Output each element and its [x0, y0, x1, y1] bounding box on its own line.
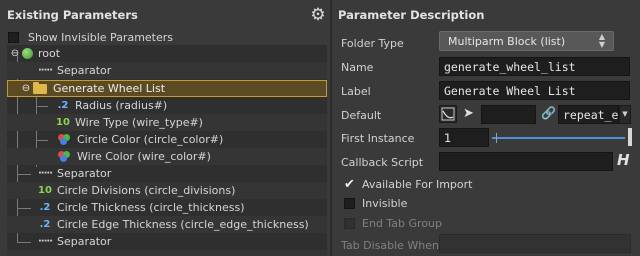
existing-parameters-title: Existing Parameters [7, 8, 138, 22]
tree-row-partial[interactable] [7, 250, 327, 256]
default-menu-button[interactable]: ▼ [619, 105, 631, 124]
tree-row-radius[interactable]: .2 Radius (radius#) [7, 97, 327, 114]
separator-icon: ····· [38, 65, 53, 76]
tab-disable-when-label: Tab Disable When [341, 239, 440, 252]
default-label: Default [341, 109, 382, 122]
available-import-checkbox[interactable]: ✔ [344, 178, 355, 191]
gear-icon[interactable]: ⚙ [308, 5, 328, 25]
tree-row-label: Radius (radius#) [75, 99, 168, 112]
tree-row-label: Circle Color (circle_color#) [77, 133, 224, 146]
separator-icon: ····· [38, 168, 53, 179]
globe-icon [22, 48, 33, 59]
end-tab-group-label: End Tab Group [362, 217, 443, 230]
int-parm-icon: 10 [56, 117, 70, 128]
int-parm-icon: 10 [38, 185, 52, 196]
tree-row-root[interactable]: ⊖ root [7, 45, 327, 62]
tree-row-wire-type[interactable]: 10 Wire Type (wire_type#) [7, 114, 327, 131]
tree-row-circle-edge-thickness[interactable]: .2 Circle Edge Thickness (circle_edge_th… [7, 216, 327, 233]
slider-tick [496, 133, 497, 143]
pointer-icon[interactable]: ➤ [463, 106, 474, 121]
tree-row-label: Separator [57, 64, 112, 77]
show-invisible-parameters-toggle[interactable]: Show Invisible Parameters [8, 30, 173, 44]
tree-row-separator[interactable]: ····· Separator [7, 62, 327, 79]
tree-row-wire-color[interactable]: Wire Color (wire_color#) [7, 148, 327, 165]
parameter-description-panel: Parameter Description Folder Type Multip… [332, 0, 640, 256]
tree-row-label: Separator [57, 167, 112, 180]
float-parm-icon: .2 [39, 202, 51, 213]
first-instance-label: First Instance [341, 132, 415, 145]
separator-icon: ····· [38, 236, 53, 247]
tree-row-label: Circle Divisions (circle_divisions) [57, 184, 236, 197]
collapse-icon[interactable]: ⊖ [21, 83, 31, 94]
color-parm-icon [58, 151, 71, 162]
label-field[interactable]: Generate Wheel List [439, 81, 630, 100]
tab-disable-when-field[interactable] [439, 234, 631, 253]
script-language-icon[interactable]: H [617, 151, 630, 169]
updown-arrow-icon: ▲ ▼ [598, 32, 605, 49]
folder-type-dropdown[interactable]: Multiparm Block (list) ▲ ▼ [439, 31, 614, 51]
first-instance-slider[interactable] [492, 137, 625, 139]
tree-row-label: Circle Edge Thickness (circle_edge_thick… [57, 218, 309, 231]
tree-row-separator[interactable]: ····· Separator [7, 165, 327, 182]
default-string-field[interactable]: repeat_e [558, 105, 619, 124]
tree-row-circle-thickness[interactable]: .2 Circle Thickness (circle_thickness) [7, 199, 327, 216]
slider-handle[interactable] [628, 128, 632, 146]
show-invisible-label: Show Invisible Parameters [28, 30, 174, 44]
parameter-tree[interactable]: ⊖ root ····· Separator ⊖ Generate Wheel … [7, 45, 327, 256]
available-import-label: Available For Import [362, 178, 473, 191]
color-parm-icon [58, 134, 71, 145]
show-invisible-checkbox[interactable] [8, 31, 19, 43]
default-value-field[interactable] [481, 105, 536, 124]
tree-row-circle-divisions[interactable]: 10 Circle Divisions (circle_divisions) [7, 182, 327, 199]
parameter-description-title: Parameter Description [338, 8, 485, 22]
tree-row-label: Circle Thickness (circle_thickness) [57, 201, 245, 214]
end-tab-group-checkbox[interactable] [344, 218, 355, 229]
tree-row-label: Wire Type (wire_type#) [75, 116, 203, 129]
existing-parameters-header: Existing Parameters ⚙ [0, 0, 330, 28]
tree-row-label: Wire Color (wire_color#) [77, 150, 211, 163]
collapse-icon[interactable]: ⊖ [10, 48, 20, 59]
invisible-checkbox[interactable] [344, 198, 355, 209]
tree-row-circle-color[interactable]: Circle Color (circle_color#) [7, 131, 327, 148]
curve-icon [441, 107, 455, 121]
float-parm-icon: .2 [57, 100, 69, 111]
tree-row-label: Generate Wheel List [53, 82, 166, 95]
tree-row-label: Separator [57, 235, 112, 248]
first-instance-field[interactable]: 1 [439, 128, 489, 147]
name-label: Name [341, 61, 374, 74]
tree-row-separator[interactable]: ····· Separator [7, 233, 327, 250]
folder-type-label: Folder Type [341, 37, 404, 50]
callback-script-field[interactable] [439, 152, 613, 171]
folder-icon [33, 81, 47, 94]
tree-row-label: root [38, 47, 61, 60]
link-icon[interactable]: 🔗 [541, 106, 556, 120]
tree-row-generate-wheel-list[interactable]: ⊖ Generate Wheel List [7, 80, 327, 97]
float-parm-icon: .2 [39, 219, 51, 230]
label-label: Label [341, 85, 371, 98]
callback-script-label: Callback Script [341, 156, 424, 169]
existing-parameters-panel: Existing Parameters ⚙ Show Invisible Par… [0, 0, 330, 256]
folder-type-value: Multiparm Block (list) [448, 35, 566, 48]
expression-toggle[interactable] [439, 105, 457, 123]
invisible-label: Invisible [362, 197, 408, 210]
name-field[interactable]: generate_wheel_list [439, 57, 630, 76]
